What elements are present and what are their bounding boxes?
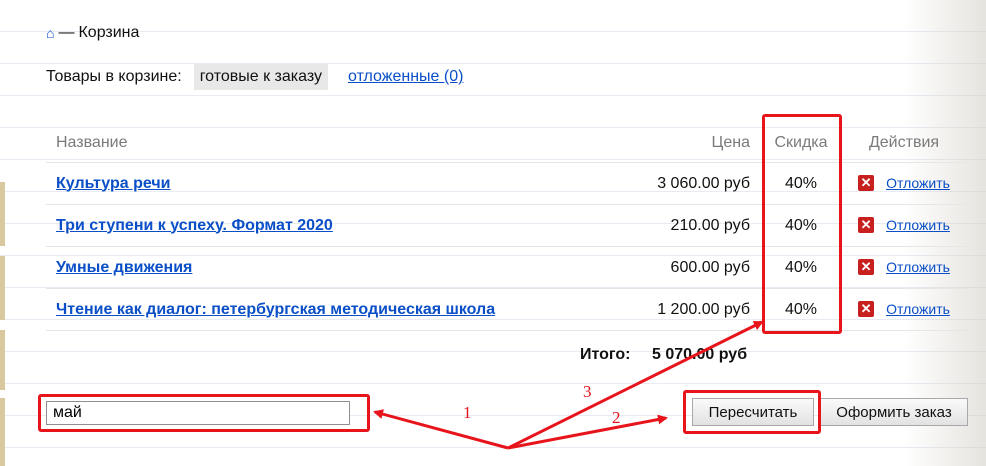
annotation-box-recalculate	[683, 390, 821, 434]
annotation-box-discount	[762, 114, 842, 334]
annotation-label-2: 2	[612, 408, 621, 427]
annotation-arrow-1	[373, 409, 509, 450]
annotation-arrow-2	[507, 414, 668, 450]
annotation-label-3: 3	[583, 382, 592, 401]
annotation-box-promo	[38, 394, 370, 432]
annotation-label-1: 1	[463, 403, 472, 422]
